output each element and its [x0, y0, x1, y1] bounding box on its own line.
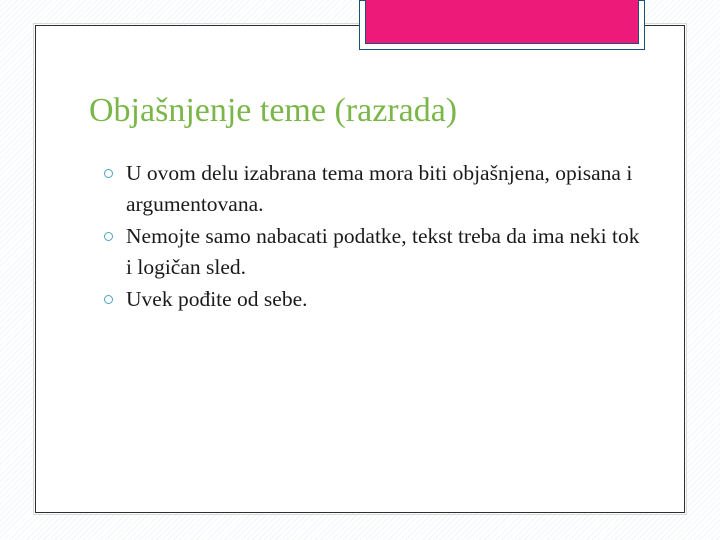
bullet-text: Nemojte samo nabacati podatke, tekst tre… [126, 224, 640, 279]
decorative-accent-tab [359, 0, 645, 50]
bullet-item: U ovom delu izabrana tema mora biti obja… [104, 158, 644, 220]
slide-title: Objašnjenje teme (razrada) [89, 92, 458, 129]
circle-bullet-icon [104, 232, 113, 241]
bullet-text: U ovom delu izabrana tema mora biti obja… [126, 161, 633, 216]
bullet-item: Nemojte samo nabacati podatke, tekst tre… [104, 221, 644, 283]
circle-bullet-icon [104, 169, 113, 178]
bullet-list: U ovom delu izabrana tema mora biti obja… [104, 158, 644, 316]
bullet-item: Uvek pođite od sebe. [104, 284, 644, 315]
circle-bullet-icon [104, 295, 113, 304]
bullet-text: Uvek pođite od sebe. [126, 287, 308, 311]
accent-tab-fill [365, 0, 639, 44]
